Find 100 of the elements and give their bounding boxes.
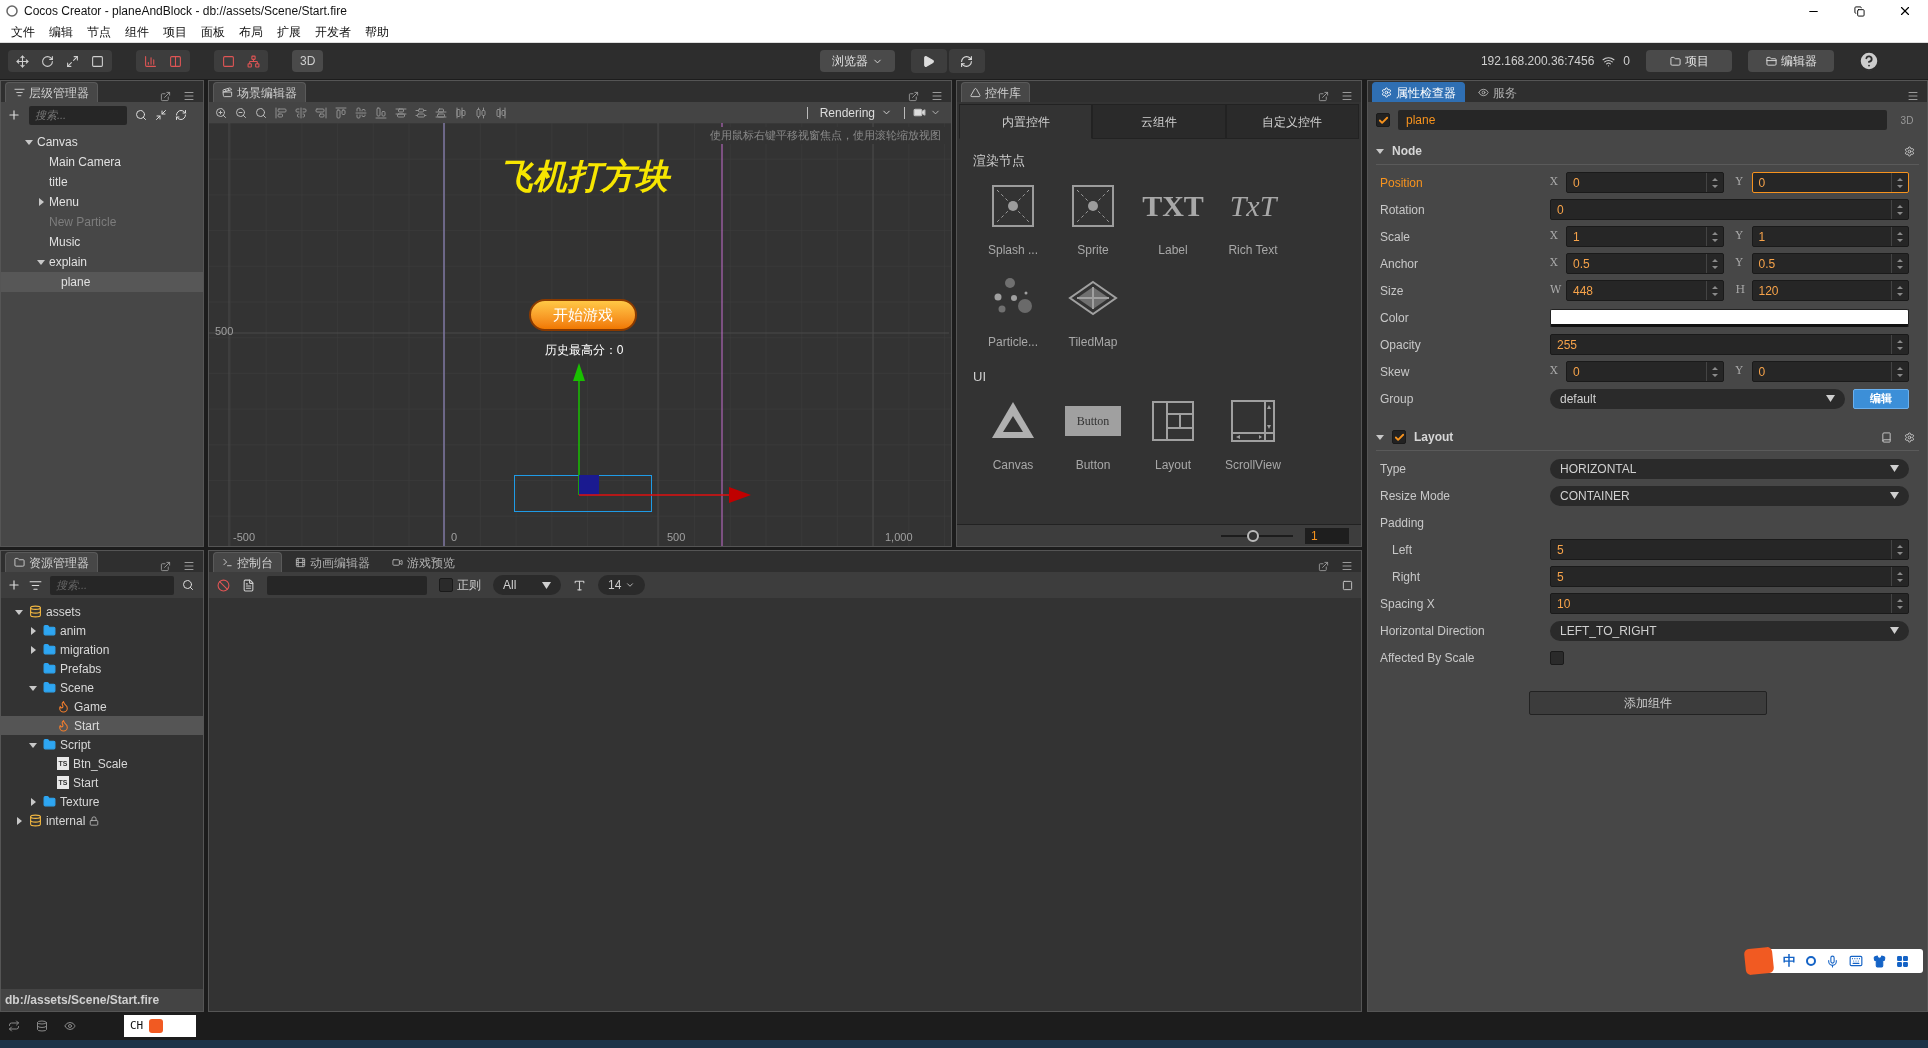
align-icon[interactable] xyxy=(435,106,447,119)
menu-item[interactable]: 布局 xyxy=(232,23,270,41)
number-field[interactable]: 0 xyxy=(1566,361,1724,382)
menu-item[interactable]: 面板 xyxy=(194,23,232,41)
menu-item[interactable]: 开发者 xyxy=(308,23,358,41)
align-icon[interactable] xyxy=(355,106,367,119)
menu-item[interactable]: 组件 xyxy=(118,23,156,41)
spinner-icon[interactable] xyxy=(1896,283,1904,298)
caret-icon[interactable] xyxy=(29,797,37,806)
columns-icon[interactable] xyxy=(169,54,182,68)
tree-item[interactable]: Menu xyxy=(1,192,203,212)
popout-icon[interactable] xyxy=(908,90,919,102)
menu-item[interactable]: 编辑 xyxy=(42,23,80,41)
dropdown[interactable]: All xyxy=(493,575,561,595)
scale-icon[interactable] xyxy=(66,54,79,68)
control-item[interactable]: Button Button xyxy=(1065,398,1121,474)
panel-icon[interactable] xyxy=(1342,579,1353,591)
control-item[interactable]: Canvas xyxy=(990,398,1036,474)
align-icon[interactable] xyxy=(315,106,327,119)
gear-icon[interactable] xyxy=(1904,145,1915,157)
move-icon[interactable] xyxy=(16,54,29,68)
search-field[interactable]: 搜索... xyxy=(29,105,127,125)
panel-tab[interactable]: 资源管理器 xyxy=(5,552,98,572)
transform-tools[interactable] xyxy=(8,50,112,72)
popout-icon[interactable] xyxy=(1318,90,1329,102)
menu-item[interactable]: 节点 xyxy=(80,23,118,41)
checkbox[interactable] xyxy=(1550,650,1564,665)
panel-tab[interactable]: 层级管理器 xyxy=(5,82,98,102)
popout-icon[interactable] xyxy=(160,560,171,572)
number-field[interactable]: 0 xyxy=(1751,172,1909,193)
control-item[interactable]: TXT Label xyxy=(1142,182,1204,259)
spinner-icon[interactable] xyxy=(1896,569,1904,584)
zoom-reset-icon[interactable] xyxy=(255,106,267,119)
microphone-icon[interactable] xyxy=(1826,954,1839,968)
tree-item[interactable]: Canvas xyxy=(1,132,203,152)
dropdown[interactable]: default xyxy=(1550,388,1845,409)
number-field[interactable]: 10 xyxy=(1550,593,1909,614)
number-field[interactable]: 5 xyxy=(1550,539,1909,560)
refresh-icon[interactable] xyxy=(948,49,985,73)
gizmo-tools[interactable] xyxy=(214,50,268,72)
library-tab[interactable]: 自定义控件 xyxy=(1225,104,1359,139)
align-icon[interactable] xyxy=(295,106,307,119)
zoom-out-icon[interactable] xyxy=(235,106,247,119)
network-icon[interactable] xyxy=(247,54,260,68)
search-icon[interactable] xyxy=(135,109,147,121)
checkbox[interactable] xyxy=(439,578,453,592)
font-size-dropdown[interactable]: 14 xyxy=(598,575,646,595)
control-item[interactable]: Splash ... xyxy=(988,182,1038,259)
align-icon[interactable] xyxy=(375,106,387,119)
punctuation-icon[interactable] xyxy=(1806,956,1816,966)
add-component-button[interactable]: 添加组件 xyxy=(1528,691,1767,715)
pivot-tools[interactable] xyxy=(136,50,190,72)
spinner-icon[interactable] xyxy=(1896,337,1904,352)
menu-icon[interactable] xyxy=(183,90,195,102)
tree-item[interactable]: Prefabs xyxy=(1,659,203,678)
menu-item[interactable]: 扩展 xyxy=(270,23,308,41)
color-swatch[interactable] xyxy=(1550,308,1909,327)
tree-item[interactable]: internal xyxy=(1,811,203,830)
chart-icon[interactable] xyxy=(144,54,157,68)
rotate-icon[interactable] xyxy=(41,54,54,68)
align-icon[interactable] xyxy=(475,106,487,119)
number-field[interactable]: 1 xyxy=(1566,226,1724,247)
spinner-icon[interactable] xyxy=(1896,596,1904,611)
caret-icon[interactable] xyxy=(15,816,23,825)
checkbox[interactable] xyxy=(1376,113,1390,127)
square-icon[interactable] xyxy=(222,54,235,68)
search-icon[interactable] xyxy=(182,579,194,591)
spinner-icon[interactable] xyxy=(1710,175,1719,190)
dropdown[interactable]: CONTAINER xyxy=(1550,485,1909,506)
add-icon[interactable] xyxy=(7,578,21,592)
preview-dropdown[interactable]: 浏览器 xyxy=(819,50,895,72)
control-item[interactable]: TxT Rich Text xyxy=(1228,182,1278,259)
tree-item[interactable]: Main Camera xyxy=(1,152,203,172)
number-field[interactable]: 1 xyxy=(1751,226,1909,247)
zoom-slider-thumb[interactable] xyxy=(1247,529,1260,542)
menu-icon[interactable] xyxy=(1341,560,1353,572)
spinner-icon[interactable] xyxy=(1896,364,1904,379)
tree-item[interactable]: assets xyxy=(1,602,203,621)
spinner-icon[interactable] xyxy=(1710,283,1719,298)
tree-item[interactable]: anim xyxy=(1,621,203,640)
control-item[interactable]: Layout xyxy=(1152,398,1194,474)
grid-icon[interactable] xyxy=(1896,954,1909,968)
keyboard-icon[interactable] xyxy=(1849,954,1863,968)
number-field[interactable]: 0.5 xyxy=(1751,253,1909,274)
collapse-icon[interactable] xyxy=(155,109,167,121)
caret-icon[interactable] xyxy=(15,607,23,616)
popout-icon[interactable] xyxy=(1318,560,1329,572)
panel-tab[interactable]: 游戏预览 xyxy=(383,552,464,572)
ime-indicator[interactable]: CH xyxy=(124,1015,196,1037)
menu-icon[interactable] xyxy=(1907,90,1919,102)
menu-item[interactable]: 帮助 xyxy=(358,23,396,41)
sync-icon[interactable] xyxy=(8,1020,20,1032)
tree-item[interactable]: Texture xyxy=(1,792,203,811)
spinner-icon[interactable] xyxy=(1710,364,1719,379)
tree-item[interactable]: Start xyxy=(1,716,203,735)
clear-icon[interactable] xyxy=(217,578,230,592)
menu-item[interactable]: 项目 xyxy=(156,23,194,41)
panel-tab[interactable]: 服务 xyxy=(1469,82,1526,102)
caret-icon[interactable] xyxy=(1376,433,1384,441)
menu-item[interactable]: 文件 xyxy=(4,23,42,41)
